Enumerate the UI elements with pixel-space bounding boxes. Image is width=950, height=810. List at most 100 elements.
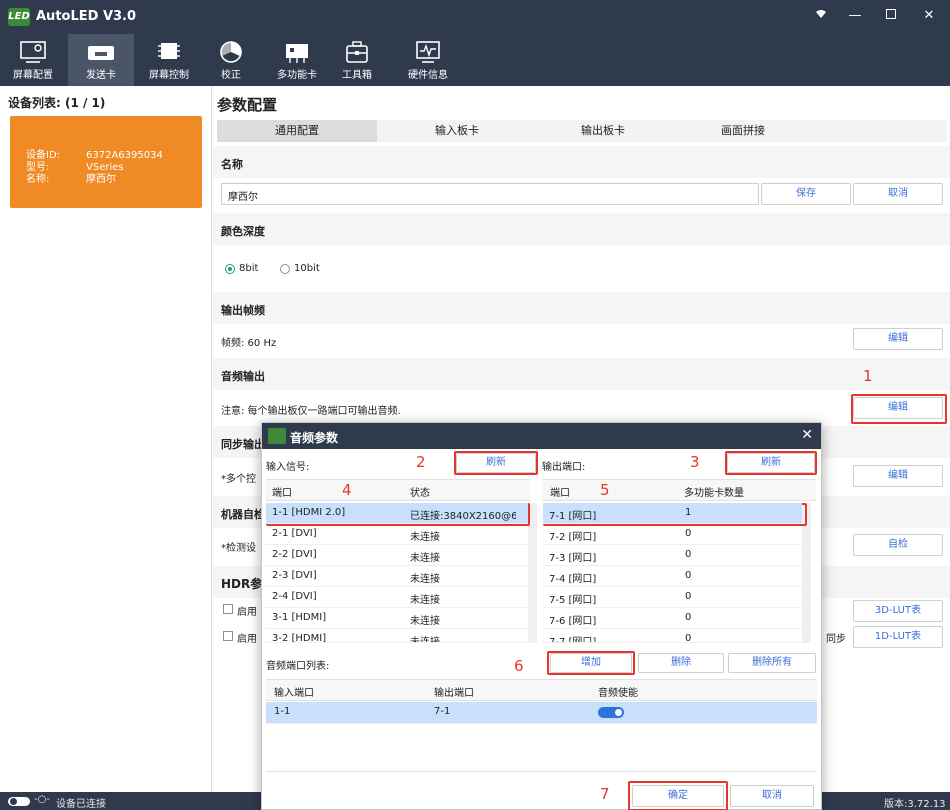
self-test-button[interactable]: 自检: [853, 534, 943, 556]
audio-output-edit-button[interactable]: 编辑: [853, 397, 943, 419]
radio-8bit-label: 8bit: [239, 263, 259, 274]
dialog-cancel-button[interactable]: 取消: [730, 785, 814, 807]
output-row-value: 0: [685, 612, 692, 623]
cancel-name-button[interactable]: 取消: [853, 183, 943, 205]
annotation-2: 2: [416, 453, 426, 471]
output-row[interactable]: 7-5 [网口] 0: [543, 587, 802, 608]
input-row-value: 未连接: [410, 595, 440, 606]
input-table-header: 端口 状态: [266, 479, 530, 501]
dialog-logo-icon: [268, 428, 286, 444]
output-row[interactable]: 7-7 [网口] 0: [543, 629, 802, 643]
screen-config-icon: [20, 41, 46, 63]
config-tabs: 通用配置 输入板卡 输出板卡 画面拼接: [217, 120, 947, 142]
input-col-status: 状态: [410, 488, 430, 499]
delete-audio-port-button[interactable]: 删除: [638, 653, 724, 673]
wifi-icon[interactable]: [808, 6, 834, 26]
save-button[interactable]: 保存: [761, 183, 851, 205]
tab-screen-splicing[interactable]: 画面拼接: [683, 120, 803, 142]
frame-rate-text: 帧频: 60 Hz: [221, 338, 277, 349]
input-row[interactable]: 3-2 [HDMI] 未连接: [266, 629, 528, 643]
audio-output-header: 音频输出: [213, 358, 950, 390]
frame-rate-title: 输出帧频: [221, 304, 265, 317]
input-row-value: 未连接: [410, 637, 440, 643]
output-col-port: 端口: [550, 488, 570, 499]
output-row[interactable]: 7-6 [网口] 0: [543, 608, 802, 629]
input-row-port: 2-3 [DVI]: [272, 570, 317, 581]
minimize-icon[interactable]: —: [842, 6, 868, 26]
toolbar-screen-config[interactable]: 屏幕配置: [0, 34, 66, 86]
output-row-value: 1: [685, 507, 692, 518]
toolbar-toolbox[interactable]: 工具箱: [336, 34, 378, 86]
device-card[interactable]: 设备ID: 6372A6395034 型号: VSeries 名称: 摩西尔: [10, 116, 202, 208]
output-row[interactable]: 7-3 [网口] 0: [543, 545, 802, 566]
hdr-enable-checkbox-2[interactable]: [223, 631, 233, 641]
audio-enable-toggle[interactable]: [598, 707, 624, 718]
annotation-3: 3: [690, 453, 700, 471]
output-row[interactable]: 7-2 [网口] 0: [543, 524, 802, 545]
device-list-panel: 设备列表: (1 / 1) 设备ID: 6372A6395034 型号: VSeri…: [0, 86, 212, 792]
input-row[interactable]: 2-1 [DVI] 未连接: [266, 524, 528, 545]
annotation-7: 7: [600, 785, 610, 803]
radio-10bit[interactable]: [280, 264, 290, 274]
version-text: 版本:3.72.13: [884, 799, 946, 810]
main-toolbar: 屏幕配置 发送卡 屏幕控制 校正 多功能卡 工具箱 硬件信息: [0, 34, 950, 86]
sync-output-edit-button[interactable]: 编辑: [853, 465, 943, 487]
close-icon[interactable]: ✕: [916, 6, 942, 26]
output-row-value: 0: [685, 633, 692, 643]
input-signal-label: 输入信号:: [266, 462, 310, 473]
add-audio-port-button[interactable]: 增加: [550, 653, 632, 673]
toolbar-multifunction-card[interactable]: 多功能卡: [268, 34, 326, 86]
input-table-scrollbar[interactable]: [528, 503, 537, 643]
input-row[interactable]: 3-1 [HDMI] 未连接: [266, 608, 528, 629]
calibration-icon: [220, 41, 242, 63]
output-refresh-button[interactable]: 刷新: [727, 453, 815, 473]
ok-button[interactable]: 确定: [632, 785, 724, 807]
audio-output-title: 音频输出: [221, 370, 265, 383]
input-row[interactable]: 2-3 [DVI] 未连接: [266, 566, 528, 587]
device-name-value: 摩西尔: [86, 174, 116, 185]
output-table-scrollbar[interactable]: [802, 503, 811, 643]
connection-toggle-icon: [8, 797, 30, 806]
sending-card-icon: [88, 46, 114, 60]
3d-lut-button[interactable]: 3D-LUT表: [853, 600, 943, 622]
toolbar-calibration[interactable]: 校正: [206, 34, 256, 86]
input-row[interactable]: 2-2 [DVI] 未连接: [266, 545, 528, 566]
device-name-label: 名称:: [26, 174, 50, 185]
input-row[interactable]: 1-1 [HDMI 2.0] 已连接:3840X2160@60: [266, 503, 528, 524]
input-row-value: 未连接: [410, 574, 440, 585]
input-row[interactable]: 2-4 [DVI] 未连接: [266, 587, 528, 608]
tab-input-card[interactable]: 输入板卡: [377, 120, 537, 142]
annotation-1: 1: [863, 367, 873, 385]
frame-rate-edit-button[interactable]: 编辑: [853, 328, 943, 350]
toolbar-sending-card[interactable]: 发送卡: [68, 34, 134, 86]
toolbar-screen-control[interactable]: 屏幕控制: [136, 34, 202, 86]
hardware-info-icon: [416, 41, 440, 63]
audio-output-note: 注意: 每个输出板仅一路端口可输出音频.: [221, 406, 401, 417]
input-refresh-button[interactable]: 刷新: [456, 453, 536, 473]
output-row-port: 7-5 [网口]: [549, 595, 597, 606]
delete-all-audio-ports-button[interactable]: 删除所有: [728, 653, 816, 673]
output-row[interactable]: 7-4 [网口] 0: [543, 566, 802, 587]
annotation-4: 4: [342, 481, 352, 499]
toolbox-icon: [346, 41, 368, 63]
dialog-close-icon[interactable]: ✕: [801, 427, 813, 443]
name-input[interactable]: 摩西尔: [221, 183, 759, 205]
output-row[interactable]: 7-1 [网口] 1: [543, 503, 802, 524]
1d-lut-button[interactable]: 1D-LUT表: [853, 626, 943, 648]
input-row-port: 2-2 [DVI]: [272, 549, 317, 560]
connection-status: 设备已连接: [56, 799, 106, 810]
hdr-enable-checkbox-1[interactable]: [223, 604, 233, 614]
tab-output-card[interactable]: 输出板卡: [523, 120, 683, 142]
tab-general-config[interactable]: 通用配置: [217, 120, 377, 142]
output-row-port: 7-2 [网口]: [549, 532, 597, 543]
output-table-header: 端口 多功能卡数量: [542, 479, 816, 501]
device-list-title: 设备列表: (1 / 1): [8, 96, 106, 110]
radio-8bit[interactable]: [225, 264, 235, 274]
maximize-icon[interactable]: [878, 6, 904, 26]
audio-col-enable: 音频使能: [598, 688, 638, 699]
app-title: AutoLED V3.0: [36, 9, 137, 24]
audio-list-row[interactable]: 1-1 7-1: [266, 702, 817, 724]
output-col-card-count: 多功能卡数量: [684, 488, 744, 499]
sync-output-note: *多个控: [221, 474, 256, 485]
toolbar-hardware-info[interactable]: 硬件信息: [400, 34, 456, 86]
